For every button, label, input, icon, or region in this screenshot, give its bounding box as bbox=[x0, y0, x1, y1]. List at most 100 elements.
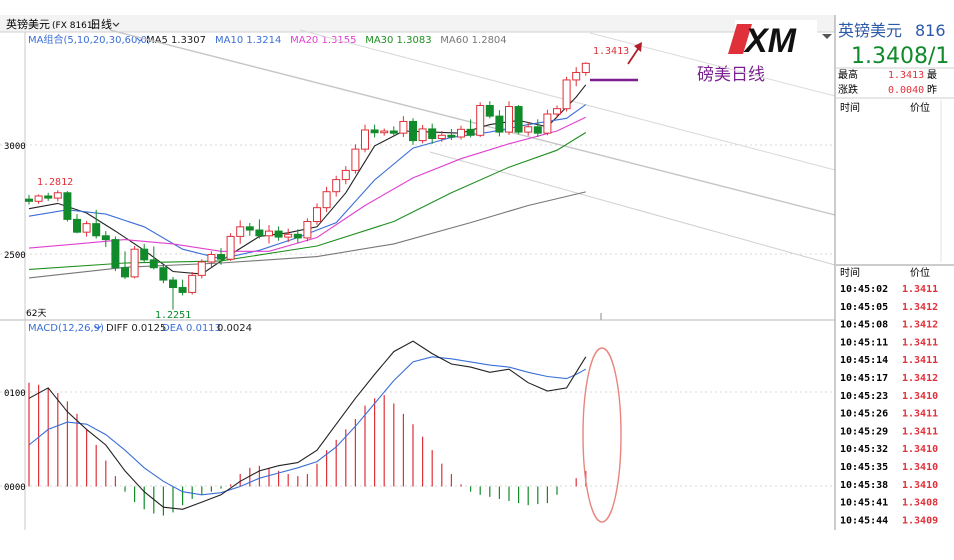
macd-legend-label[interactable]: MACD(12,26,9) bbox=[28, 323, 104, 334]
low-label: 1.2251 bbox=[155, 310, 191, 321]
ma-legend-label[interactable]: MA组合(5,10,20,30,60,0) bbox=[28, 33, 151, 46]
candle bbox=[553, 105, 561, 119]
macd-tick-label: 0000 bbox=[4, 483, 26, 493]
candle-body-down bbox=[44, 195, 53, 199]
candle-body-up bbox=[226, 235, 235, 260]
candle-body-up bbox=[524, 126, 533, 133]
candle bbox=[188, 271, 197, 295]
candle-body-up bbox=[553, 108, 561, 115]
candle-body-up bbox=[505, 106, 513, 133]
trade-time: 10:45:05 bbox=[840, 302, 888, 313]
trade-price: 1.3412 bbox=[902, 302, 938, 313]
candle-body-up bbox=[341, 169, 350, 181]
candle bbox=[572, 67, 581, 87]
candle bbox=[341, 166, 350, 185]
trade-price: 1.3411 bbox=[902, 284, 938, 295]
candles bbox=[25, 62, 590, 310]
trade-row: 10:45:38 1.3410 bbox=[840, 480, 938, 491]
candle bbox=[53, 190, 62, 202]
days-label: 62天 bbox=[26, 309, 46, 319]
trades-col-time: 时间 bbox=[840, 101, 860, 114]
candle-body-down bbox=[149, 259, 158, 269]
collapse-arrow-icon[interactable] bbox=[822, 34, 832, 39]
quote-row-label: 最高 bbox=[838, 68, 858, 81]
candle-body-down bbox=[533, 126, 542, 134]
candle-body-down bbox=[466, 128, 475, 136]
candle-body-down bbox=[217, 254, 225, 260]
candle-body-down bbox=[370, 129, 379, 134]
candle bbox=[149, 246, 158, 270]
trade-row: 10:45:41 1.3408 bbox=[840, 498, 938, 509]
trade-price: 1.3409 bbox=[902, 515, 938, 526]
ma-legend-item: MA30 1.3083 bbox=[365, 35, 431, 46]
trade-price: 1.3410 bbox=[902, 480, 938, 491]
candle bbox=[322, 186, 331, 212]
candle bbox=[111, 236, 120, 272]
quote-name: 英镑美元 bbox=[838, 21, 902, 40]
macd-histogram bbox=[28, 382, 587, 516]
quote-row-label: 涨跌 bbox=[838, 83, 858, 96]
candle-body-up bbox=[130, 248, 139, 278]
candle-body-up bbox=[543, 113, 552, 134]
ma-legend: MA组合(5,10,20,30,60,0) MA5 1.3307 MA10 1.3… bbox=[28, 33, 507, 46]
candle-body-down bbox=[159, 267, 168, 281]
candle bbox=[25, 194, 33, 205]
ma-legend-item: MA5 1.3307 bbox=[146, 35, 206, 46]
candle-body-up bbox=[351, 148, 360, 171]
trade-time: 10:45:29 bbox=[840, 426, 888, 437]
candle bbox=[361, 124, 369, 153]
candle bbox=[543, 109, 552, 136]
chart-frame: 英镑美元 (FX 8161) 日线 XM 磅美日线 MA组合(5,10,20,3… bbox=[0, 15, 954, 530]
candle bbox=[73, 214, 81, 234]
trade-time: 10:45:26 bbox=[840, 409, 888, 420]
candle bbox=[178, 279, 187, 296]
candle bbox=[505, 101, 513, 135]
candle-body-up bbox=[581, 62, 590, 73]
ma-legend-item: MA60 1.2804 bbox=[440, 35, 506, 46]
candle bbox=[255, 219, 264, 239]
candle bbox=[581, 62, 590, 76]
candle-body-down bbox=[495, 115, 504, 133]
trade-price: 1.3412 bbox=[902, 373, 938, 384]
trade-time: 10:45:23 bbox=[840, 391, 888, 402]
candle bbox=[82, 220, 91, 237]
trade-price: 1.3408 bbox=[902, 498, 938, 509]
trade-price: 1.3411 bbox=[902, 355, 938, 366]
trade-row: 10:45:05 1.3412 bbox=[840, 302, 938, 313]
candle-body-up bbox=[284, 233, 293, 238]
trade-time: 10:45:44 bbox=[840, 515, 888, 526]
trade-time: 10:45:38 bbox=[840, 480, 888, 491]
price-tick-label: 2500 bbox=[4, 251, 26, 261]
toolbar-background bbox=[0, 15, 835, 32]
trade-row: 10:45:44 1.3409 bbox=[840, 515, 938, 526]
candle-body-up bbox=[562, 79, 571, 110]
candle-body-up bbox=[207, 254, 216, 263]
trade-price: 1.3412 bbox=[902, 320, 938, 331]
candle-body-up bbox=[197, 261, 206, 276]
candle-body-down bbox=[255, 229, 264, 237]
trade-price: 1.3410 bbox=[902, 391, 938, 402]
candle bbox=[92, 209, 101, 239]
candle bbox=[495, 110, 504, 137]
quote-row-extra: 最 bbox=[927, 69, 937, 81]
period-label[interactable]: 日线 bbox=[90, 17, 112, 31]
candle-body-down bbox=[73, 218, 81, 233]
quote-panel: 英镑美元 816 1.3408/1 最高 1.3413 最 涨跌 0.0040 … bbox=[822, 15, 954, 530]
logo-text: XM bbox=[743, 22, 797, 60]
candle bbox=[313, 203, 321, 225]
candle bbox=[274, 226, 283, 241]
candle-body-up bbox=[361, 129, 369, 150]
candle-body-down bbox=[245, 226, 254, 231]
candle-body-down bbox=[447, 134, 456, 138]
candle-body-down bbox=[101, 235, 110, 241]
candle-body-down bbox=[169, 279, 177, 289]
old-high-label: 1.2812 bbox=[37, 177, 73, 188]
trade-time: 10:45:41 bbox=[840, 498, 888, 509]
macd-tick-label: 0100 bbox=[4, 389, 26, 399]
candle bbox=[236, 220, 245, 244]
trade-row: 10:45:32 1.3410 bbox=[840, 444, 938, 455]
candle bbox=[130, 246, 139, 279]
candle bbox=[245, 223, 254, 236]
trade-row: 10:45:35 1.3410 bbox=[840, 462, 938, 473]
candle-body-down bbox=[485, 104, 494, 117]
